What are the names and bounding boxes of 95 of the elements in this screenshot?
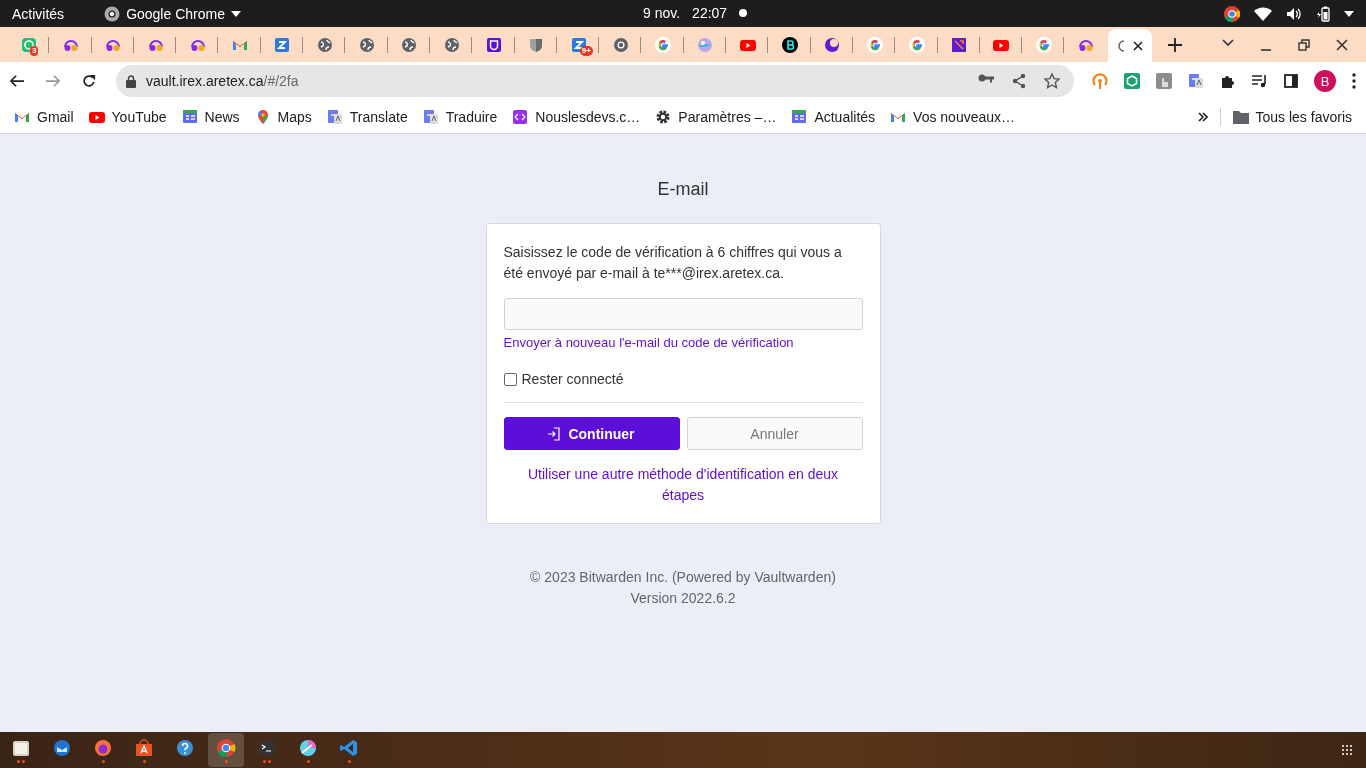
lock-icon <box>126 74 136 88</box>
bookmark[interactable]: Translate <box>326 108 408 125</box>
globe-icon <box>401 36 418 53</box>
hexagon-icon[interactable] <box>1124 73 1140 89</box>
news-icon <box>791 108 808 125</box>
store-icon <box>134 737 154 758</box>
browser-tab[interactable]: 3 <box>8 27 51 62</box>
forward-icon[interactable] <box>46 74 60 88</box>
puzzle-icon[interactable] <box>1220 73 1236 89</box>
app-grid-icon[interactable] <box>1341 744 1353 756</box>
translate-icon <box>326 108 343 125</box>
google-icon <box>655 36 672 53</box>
bookmark[interactable]: Vos nouveaux… <box>890 108 1016 125</box>
globe-icon <box>316 36 333 53</box>
continue-button[interactable]: Continuer <box>503 417 680 450</box>
app-menu-label[interactable]: Google Chrome <box>126 5 225 22</box>
chevron-down-icon[interactable] <box>1222 38 1234 47</box>
remember-label: Rester connecté <box>521 371 624 387</box>
close-icon[interactable] <box>1132 40 1143 51</box>
code-icon <box>512 108 529 125</box>
bookmark-folder[interactable]: Tous les favoris <box>1232 108 1352 125</box>
bookmark[interactable]: Maps <box>254 108 312 125</box>
key-icon[interactable] <box>978 73 994 83</box>
bookmark[interactable]: Paramètres –… <box>655 108 777 125</box>
caret-icon <box>230 10 241 17</box>
shield-icon <box>485 36 502 53</box>
bookmark[interactable]: YouTube <box>88 108 167 125</box>
close-icon[interactable] <box>1336 38 1348 51</box>
code-input-field[interactable] <box>503 298 863 330</box>
chrome-icon <box>104 5 121 22</box>
more-icon[interactable] <box>1352 73 1356 89</box>
other-method-link[interactable]: Utiliser une autre méthode d'identification en deux étapes <box>515 464 851 506</box>
address-bar[interactable]: vault.irex.aretex.ca/#/2fa <box>116 65 1074 97</box>
code-editor-icon <box>339 737 359 758</box>
date-label[interactable]: 9 nov. <box>643 5 681 21</box>
cancel-button[interactable]: Annuler <box>686 417 863 450</box>
letter-z-icon <box>274 36 291 53</box>
folder-icon <box>1232 109 1249 124</box>
volume-icon[interactable] <box>1286 6 1302 21</box>
google-icon <box>908 36 925 53</box>
browser-icon <box>93 737 113 758</box>
page-heading: E-mail <box>657 179 709 200</box>
google-icon <box>866 36 883 53</box>
playlist-icon[interactable] <box>1252 74 1268 88</box>
gear-icon <box>655 108 672 125</box>
new-tab-icon[interactable] <box>1167 37 1182 52</box>
activities-button[interactable]: Activités <box>12 5 65 22</box>
share-icon[interactable] <box>1012 73 1026 89</box>
wifi-icon[interactable] <box>1254 6 1272 21</box>
chrome-icon[interactable] <box>1224 5 1240 22</box>
url-text: vault.irex.aretex.ca/#/2fa <box>146 73 299 89</box>
loading-icon <box>1117 39 1125 52</box>
bookmark[interactable]: Nouslesdevs.c… <box>512 108 641 125</box>
shield-icon <box>528 36 545 53</box>
globe-icon <box>359 36 375 53</box>
bookmark[interactable]: News <box>181 108 240 125</box>
google-icon <box>1035 36 1052 53</box>
battery-icon[interactable] <box>1316 5 1330 22</box>
chrome-icon <box>612 36 629 53</box>
tab-badge: 9+ <box>579 46 593 56</box>
globe-icon <box>443 36 460 53</box>
caret-icon[interactable] <box>1344 10 1354 17</box>
podcast-icon[interactable] <box>1092 73 1108 89</box>
remember-checkbox[interactable] <box>503 372 517 386</box>
moon-icon <box>824 36 841 53</box>
translate-icon <box>422 108 439 125</box>
profile-avatar[interactable]: B <box>1314 70 1336 92</box>
browser-tab[interactable]: 9+ <box>557 27 601 62</box>
instruction-text: Saisissez le code de vérification à 6 chiffres qui vous a été envoyé par e-mail à te***@irex.aretex.ca. <box>503 243 843 283</box>
translate-icon[interactable] <box>1188 73 1204 89</box>
chrome-icon <box>216 737 236 758</box>
chevrons-icon[interactable] <box>1197 111 1208 122</box>
news-icon <box>181 108 198 125</box>
back-icon[interactable] <box>10 74 24 88</box>
copyright-text: © 2023 Bitwarden Inc. (Powered by Vaultwarden) <box>530 568 836 587</box>
side-panel-icon[interactable] <box>1284 74 1298 88</box>
square-icon <box>951 36 968 53</box>
tab-badge: 3 <box>30 46 39 56</box>
sphere-icon <box>697 36 714 53</box>
mail-client-icon <box>52 737 72 758</box>
letter-b-icon <box>782 36 798 53</box>
sign-in-icon <box>548 426 561 441</box>
restore-icon[interactable] <box>1298 38 1310 51</box>
star-icon[interactable] <box>1044 73 1060 89</box>
notification-dot-icon <box>739 9 748 17</box>
help-icon <box>175 737 195 758</box>
reload-icon[interactable] <box>82 73 96 89</box>
time-label[interactable]: 22:07 <box>692 5 728 21</box>
bookmark[interactable]: Actualités <box>791 108 876 125</box>
chat-icon <box>20 36 37 53</box>
resend-link[interactable]: Envoyer à nouveau l'e-mail du code de vérification <box>503 335 794 350</box>
paint-icon <box>298 737 318 758</box>
bookmark[interactable]: Traduire <box>422 108 498 125</box>
version-text: Version 2022.6.2 <box>629 589 737 608</box>
bookmark[interactable]: Gmail <box>14 108 74 125</box>
